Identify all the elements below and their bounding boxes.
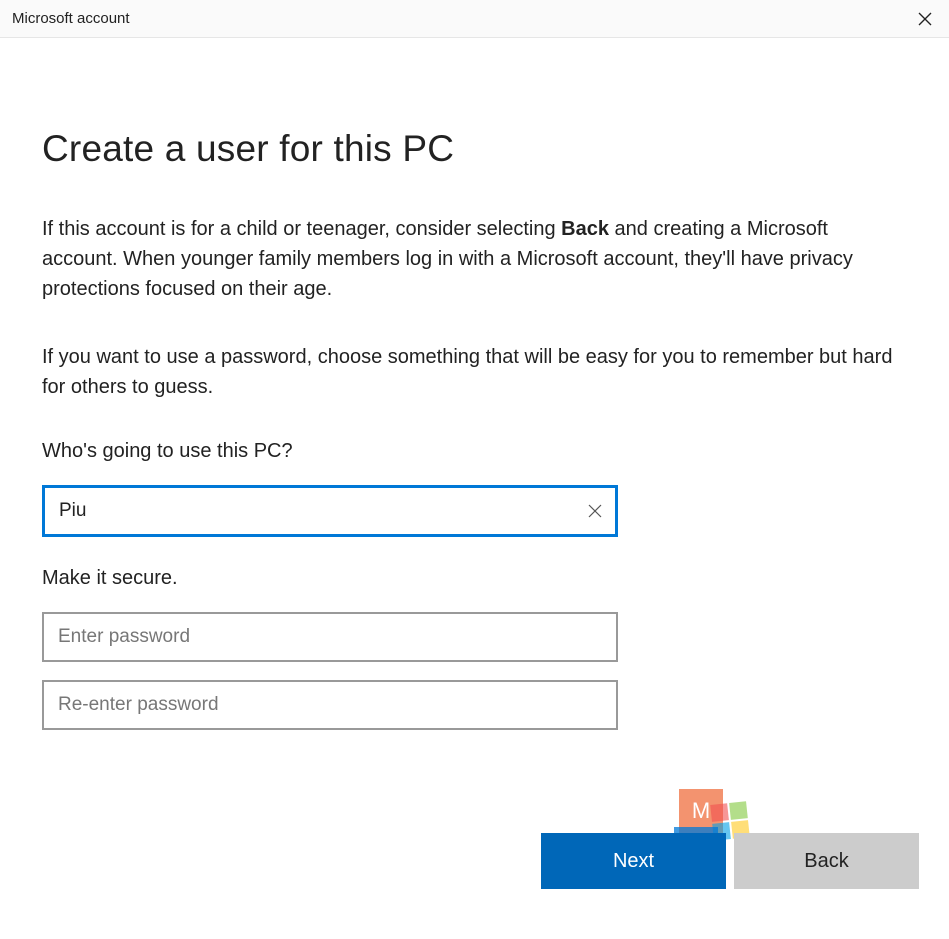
description-paragraph-2: If you want to use a password, choose so… — [42, 342, 907, 402]
back-button[interactable]: Back — [734, 833, 919, 889]
close-button[interactable] — [901, 0, 949, 38]
window-title: Microsoft account — [12, 10, 130, 27]
close-icon — [918, 12, 932, 26]
desc1-pre: If this account is for a child or teenag… — [42, 218, 561, 240]
desc1-bold: Back — [561, 218, 609, 240]
username-label: Who's going to use this PC? — [42, 440, 907, 463]
password-section-label: Make it secure. — [42, 567, 907, 590]
clear-input-button[interactable] — [586, 502, 604, 520]
username-input[interactable] — [42, 485, 618, 537]
footer-buttons: Next Back — [541, 833, 919, 889]
page-heading: Create a user for this PC — [42, 128, 907, 170]
next-button[interactable]: Next — [541, 833, 726, 889]
password-input[interactable] — [42, 612, 618, 662]
confirm-password-input[interactable] — [42, 680, 618, 730]
description-paragraph-1: If this account is for a child or teenag… — [42, 214, 907, 304]
confirm-password-input-wrap — [42, 680, 618, 730]
titlebar: Microsoft account — [0, 0, 949, 38]
clear-icon — [588, 504, 602, 518]
main-content: Create a user for this PC If this accoun… — [0, 38, 949, 730]
password-input-wrap — [42, 612, 618, 662]
watermark-m-icon: M — [679, 789, 723, 833]
username-input-wrap — [42, 485, 618, 537]
